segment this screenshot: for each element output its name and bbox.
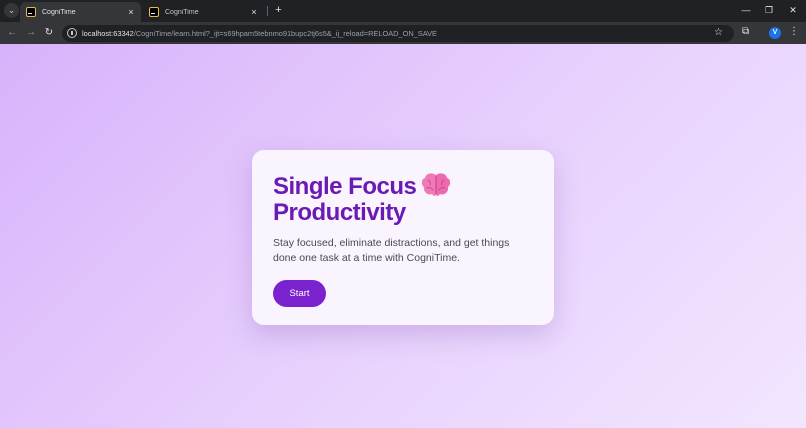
page-viewport: Single Focus Productivity Stay focused, … — [0, 44, 806, 428]
tab-close-icon[interactable]: × — [249, 7, 259, 17]
restore-button[interactable]: ❐ — [758, 3, 780, 17]
tab-title: CogniTime — [165, 8, 199, 16]
extensions-icon[interactable]: ⧉ — [742, 26, 749, 37]
site-info-icon[interactable] — [67, 28, 77, 38]
start-button[interactable]: Start — [273, 280, 326, 307]
url-host: localhost:63342 — [82, 29, 134, 38]
page-subtitle: Stay focused, eliminate distractions, an… — [273, 237, 510, 264]
tab-title: CogniTime — [42, 8, 76, 16]
tab-close-icon[interactable]: × — [126, 7, 136, 17]
profile-avatar[interactable]: V — [769, 27, 781, 39]
tab-cognitime[interactable]: CogniTime × — [143, 2, 264, 22]
tab-search-button[interactable]: ⌄ — [4, 3, 19, 18]
hero-card: Single Focus Productivity Stay focused, … — [252, 150, 554, 325]
url-text[interactable]: localhost:63342/CogniTime/learn.html?_ij… — [82, 29, 437, 38]
url-path: /CogniTime/learn.html?_ijt=s69hpam5tebnm… — [133, 29, 437, 38]
brain-icon — [422, 173, 451, 196]
close-window-button[interactable]: ✕ — [782, 3, 804, 17]
tab-cognitime-active[interactable]: CogniTime × — [20, 2, 141, 22]
address-bar[interactable]: localhost:63342/CogniTime/learn.html?_ij… — [62, 25, 734, 42]
browser-menu-icon[interactable]: ⋮ — [789, 26, 799, 37]
headline-line-2: Productivity — [273, 199, 406, 226]
tab-strip: ⌄ CogniTime × CogniTime × + — ❐ ✕ — [0, 0, 806, 22]
jetbrains-favicon-icon — [26, 7, 36, 17]
new-tab-button[interactable]: + — [272, 4, 285, 17]
back-button[interactable]: ← — [5, 26, 19, 40]
page-title: Single Focus Productivity — [273, 172, 533, 226]
jetbrains-favicon-icon — [149, 7, 159, 17]
bookmark-star-icon[interactable]: ☆ — [714, 27, 723, 38]
tab-divider — [267, 6, 268, 16]
minimize-button[interactable]: — — [735, 3, 757, 17]
headline-line-1: Single Focus — [273, 173, 417, 200]
reload-button[interactable]: ↻ — [42, 26, 56, 40]
browser-toolbar: ← → ↻ localhost:63342/CogniTime/learn.ht… — [0, 22, 806, 44]
forward-button[interactable]: → — [24, 26, 38, 40]
